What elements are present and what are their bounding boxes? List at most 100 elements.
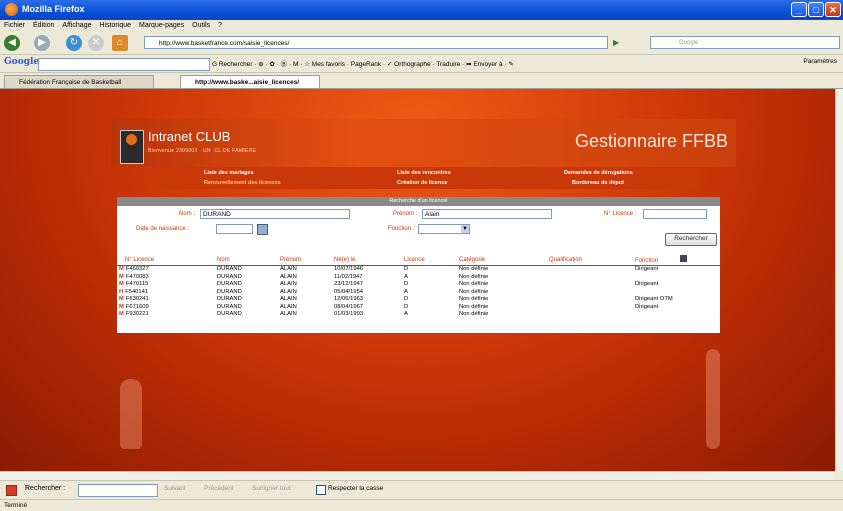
- menu-fichier[interactable]: Fichier: [0, 20, 29, 32]
- chevron-down-icon[interactable]: ▼: [461, 225, 469, 233]
- status-bar: Terminé: [0, 499, 843, 510]
- export-icon[interactable]: [679, 255, 687, 262]
- tab-ffbb[interactable]: Fédération Française de Basketball: [4, 75, 154, 88]
- licence-mark: M: [119, 296, 124, 302]
- google-search-input[interactable]: [38, 58, 210, 71]
- results-table: N° Licence Nom Prénom Né(e) le Licence C…: [117, 254, 720, 319]
- prenom-label: Prénom :: [393, 211, 418, 217]
- maximize-button[interactable]: □: [808, 2, 824, 17]
- title-bar: Mozilla Firefox _ □ ✕: [0, 0, 843, 20]
- tab-saisie-licences[interactable]: http://www.baske...aisie_licences/: [180, 75, 320, 88]
- licence-cell: M F630241: [117, 296, 217, 304]
- nav-creation-licence[interactable]: Création de licence: [397, 180, 447, 186]
- menu-affichage[interactable]: Affichage: [58, 20, 95, 32]
- close-findbar-icon[interactable]: [6, 485, 17, 496]
- horizontal-scrollbar[interactable]: [0, 471, 835, 480]
- col-fonction[interactable]: Fonction: [635, 254, 720, 266]
- reload-icon[interactable]: ↻: [66, 35, 82, 51]
- fonc-cell: Dirigeant: [635, 303, 659, 310]
- naissance-field[interactable]: [216, 224, 253, 234]
- qual-cell: [549, 289, 635, 297]
- col-categorie[interactable]: Catégorie: [459, 254, 549, 266]
- menu-outils[interactable]: Outils: [188, 20, 214, 32]
- table-row[interactable]: M F671609 DURAND ALAIN 08/04/1967 D Non défini…: [117, 304, 720, 312]
- table-row[interactable]: M F630241 DURAND ALAIN 12/06/1963 D Non défini…: [117, 296, 720, 304]
- go-arrow-icon[interactable]: ▶: [613, 38, 619, 47]
- col-qualification[interactable]: Qualification: [549, 254, 635, 266]
- cat-cell: Non définie: [459, 266, 489, 272]
- licence-number-link[interactable]: F540141: [125, 289, 148, 295]
- nav-demandes-derogations[interactable]: Demandes de dérogations: [564, 170, 633, 176]
- ne-cell: 10/07/1946: [334, 266, 364, 272]
- nom-cell: DURAND: [217, 288, 242, 295]
- prenom-cell: ALAIN: [280, 288, 297, 295]
- google-settings-button[interactable]: Paramètres: [803, 58, 837, 65]
- qual-cell: [549, 274, 635, 282]
- licence-number-link[interactable]: F460327: [126, 266, 149, 272]
- find-previous-button[interactable]: Précédent: [204, 485, 234, 492]
- address-bar[interactable]: http://www.basketfrance.com/saisie_licen…: [144, 36, 608, 49]
- menu-historique[interactable]: Historique: [95, 20, 135, 32]
- close-button[interactable]: ✕: [825, 2, 841, 17]
- find-next-button[interactable]: Suivant: [164, 485, 186, 492]
- licence-number-link[interactable]: F671609: [126, 304, 149, 310]
- nav-bordereau-depot[interactable]: Bordereau de dépot: [572, 180, 624, 186]
- vertical-scrollbar[interactable]: [835, 89, 843, 471]
- home-icon[interactable]: ⌂: [112, 35, 128, 51]
- licence-field[interactable]: [643, 209, 707, 219]
- menu-bar: Fichier Édition Affichage Historique Marque-…: [0, 20, 843, 32]
- nom-field[interactable]: DURAND: [200, 209, 350, 219]
- nav-liste-rencontres[interactable]: Liste des rencontres: [397, 170, 451, 176]
- licence-number-link[interactable]: F630241: [126, 296, 149, 302]
- fonc-cell: [635, 311, 720, 319]
- nav-liste-mariages[interactable]: Liste des mariages: [204, 170, 254, 176]
- tab-label: http://www.baske...aisie_licences/: [195, 79, 300, 86]
- menu-edition[interactable]: Édition: [29, 20, 58, 32]
- match-case-checkbox[interactable]: [316, 485, 326, 495]
- nom-label: Nom :: [179, 211, 196, 217]
- cat-cell: Non définie: [459, 296, 489, 302]
- fonc-cell: Dirigeant: [635, 281, 659, 287]
- lic-cell: D: [404, 296, 409, 302]
- col-licence-type[interactable]: Licence: [404, 254, 459, 266]
- col-prenom[interactable]: Prénom: [280, 254, 334, 266]
- table-row[interactable]: H F540141 DURAND ALAIN 05/04/1954 A Non défini…: [117, 289, 720, 297]
- highlight-all-button[interactable]: Surligner tout: [252, 485, 291, 492]
- nav-renouvellement-licences[interactable]: Renouvellement des licences: [204, 180, 281, 186]
- prenom-cell: ALAIN: [280, 296, 297, 302]
- search-button[interactable]: Rechercher: [665, 233, 717, 246]
- find-input[interactable]: [78, 484, 158, 497]
- stop-icon[interactable]: ✕: [88, 35, 104, 51]
- menu-aide[interactable]: ?: [214, 20, 226, 32]
- table-row[interactable]: M F930221 DURAND ALAIN 01/03/1993 A Non défini…: [117, 311, 720, 319]
- licence-number-link[interactable]: F930221: [126, 311, 149, 317]
- licence-number-link[interactable]: F470115: [126, 281, 148, 287]
- licence-mark: M: [119, 303, 124, 310]
- back-arrow-icon[interactable]: ◀: [4, 35, 20, 51]
- lic-cell: D: [404, 266, 409, 272]
- col-ne-le[interactable]: Né(e) le: [334, 254, 404, 266]
- cat-cell: Non définie: [459, 281, 489, 287]
- col-nom[interactable]: Nom: [217, 254, 280, 266]
- table-row[interactable]: M F460327 DURAND ALAIN 10/07/1946 D Non défini…: [117, 266, 720, 274]
- window-title: Mozilla Firefox: [22, 4, 85, 14]
- fonc-cell: [635, 289, 720, 297]
- match-case-label: Respecter la casse: [328, 485, 384, 492]
- col-licence[interactable]: N° Licence: [117, 254, 217, 266]
- minimize-button[interactable]: _: [791, 2, 807, 17]
- qual-cell: [549, 304, 635, 312]
- cat-cell: Non définie: [459, 311, 489, 317]
- table-header-row: N° Licence Nom Prénom Né(e) le Licence C…: [117, 254, 720, 266]
- forward-arrow-icon[interactable]: ▶: [34, 35, 50, 51]
- licence-mark: M: [119, 273, 124, 280]
- search-box[interactable]: Google: [650, 36, 840, 49]
- prenom-field[interactable]: Alain: [422, 209, 552, 219]
- licence-number-link[interactable]: F470083: [126, 274, 149, 280]
- table-row[interactable]: M F470083 DURAND ALAIN 11/02/1947 A Non défini…: [117, 274, 720, 282]
- table-row[interactable]: M F470115 DURAND ALAIN 23/12/1947 D Non défini…: [117, 281, 720, 289]
- google-toolbar-items[interactable]: G Rechercher · ⊕ · ✿ · Ⓑ · M · ☆ Mes fav…: [212, 58, 514, 68]
- menu-marque-pages[interactable]: Marque-pages: [135, 20, 188, 32]
- fonc-cell: Dirigeant OTM: [635, 296, 673, 302]
- licence-mark: M: [119, 266, 124, 272]
- calendar-icon[interactable]: [257, 224, 268, 235]
